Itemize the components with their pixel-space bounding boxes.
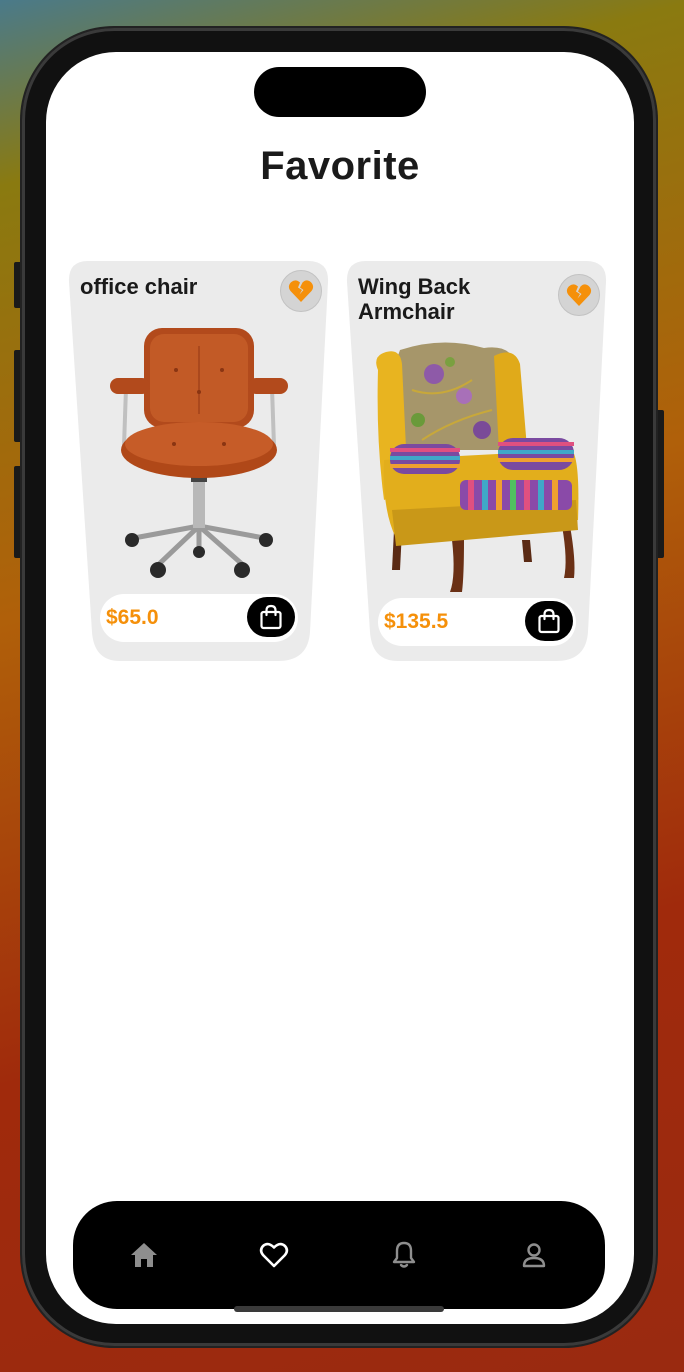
tab-profile[interactable] <box>514 1235 554 1275</box>
page-title: Favorite <box>260 144 420 188</box>
app-screen: Favorite office chair $65.0 Wing Back Ar… <box>46 52 634 1324</box>
bottom-tab-bar <box>73 1201 605 1309</box>
price-pill: $65.0 <box>100 594 298 642</box>
patterned-wingback-armchair-image <box>376 342 579 592</box>
favorite-card[interactable]: office chair $65.0 <box>68 260 330 662</box>
add-to-cart-button[interactable] <box>247 597 295 637</box>
home-icon <box>131 1243 157 1267</box>
shopping-bag-icon <box>538 608 560 634</box>
orange-office-chair-image <box>110 328 288 578</box>
favorite-toggle-button[interactable] <box>558 274 600 316</box>
device-power-button <box>656 410 664 558</box>
shopping-bag-icon <box>260 604 282 630</box>
device-volume-up-button <box>14 350 22 442</box>
product-name: office chair <box>80 274 198 299</box>
product-price: $65.0 <box>106 606 159 629</box>
tab-notifications[interactable] <box>384 1235 424 1275</box>
product-price: $135.5 <box>384 610 449 633</box>
dynamic-island <box>254 67 426 117</box>
product-name: Wing Back Armchair <box>358 274 471 324</box>
device-action-button <box>14 262 22 308</box>
favorite-toggle-button[interactable] <box>280 270 322 312</box>
tab-favorites[interactable] <box>254 1235 294 1275</box>
tab-home[interactable] <box>124 1235 164 1275</box>
device-volume-down-button <box>14 466 22 558</box>
home-indicator <box>234 1306 444 1312</box>
broken-heart-icon <box>288 280 314 302</box>
profile-icon <box>522 1243 546 1268</box>
heart-icon <box>259 1242 289 1268</box>
add-to-cart-button[interactable] <box>525 601 573 641</box>
price-pill: $135.5 <box>378 598 576 646</box>
broken-heart-icon <box>566 284 592 306</box>
favorite-card[interactable]: Wing Back Armchair $135.5 <box>346 260 608 662</box>
bell-icon <box>392 1241 416 1268</box>
